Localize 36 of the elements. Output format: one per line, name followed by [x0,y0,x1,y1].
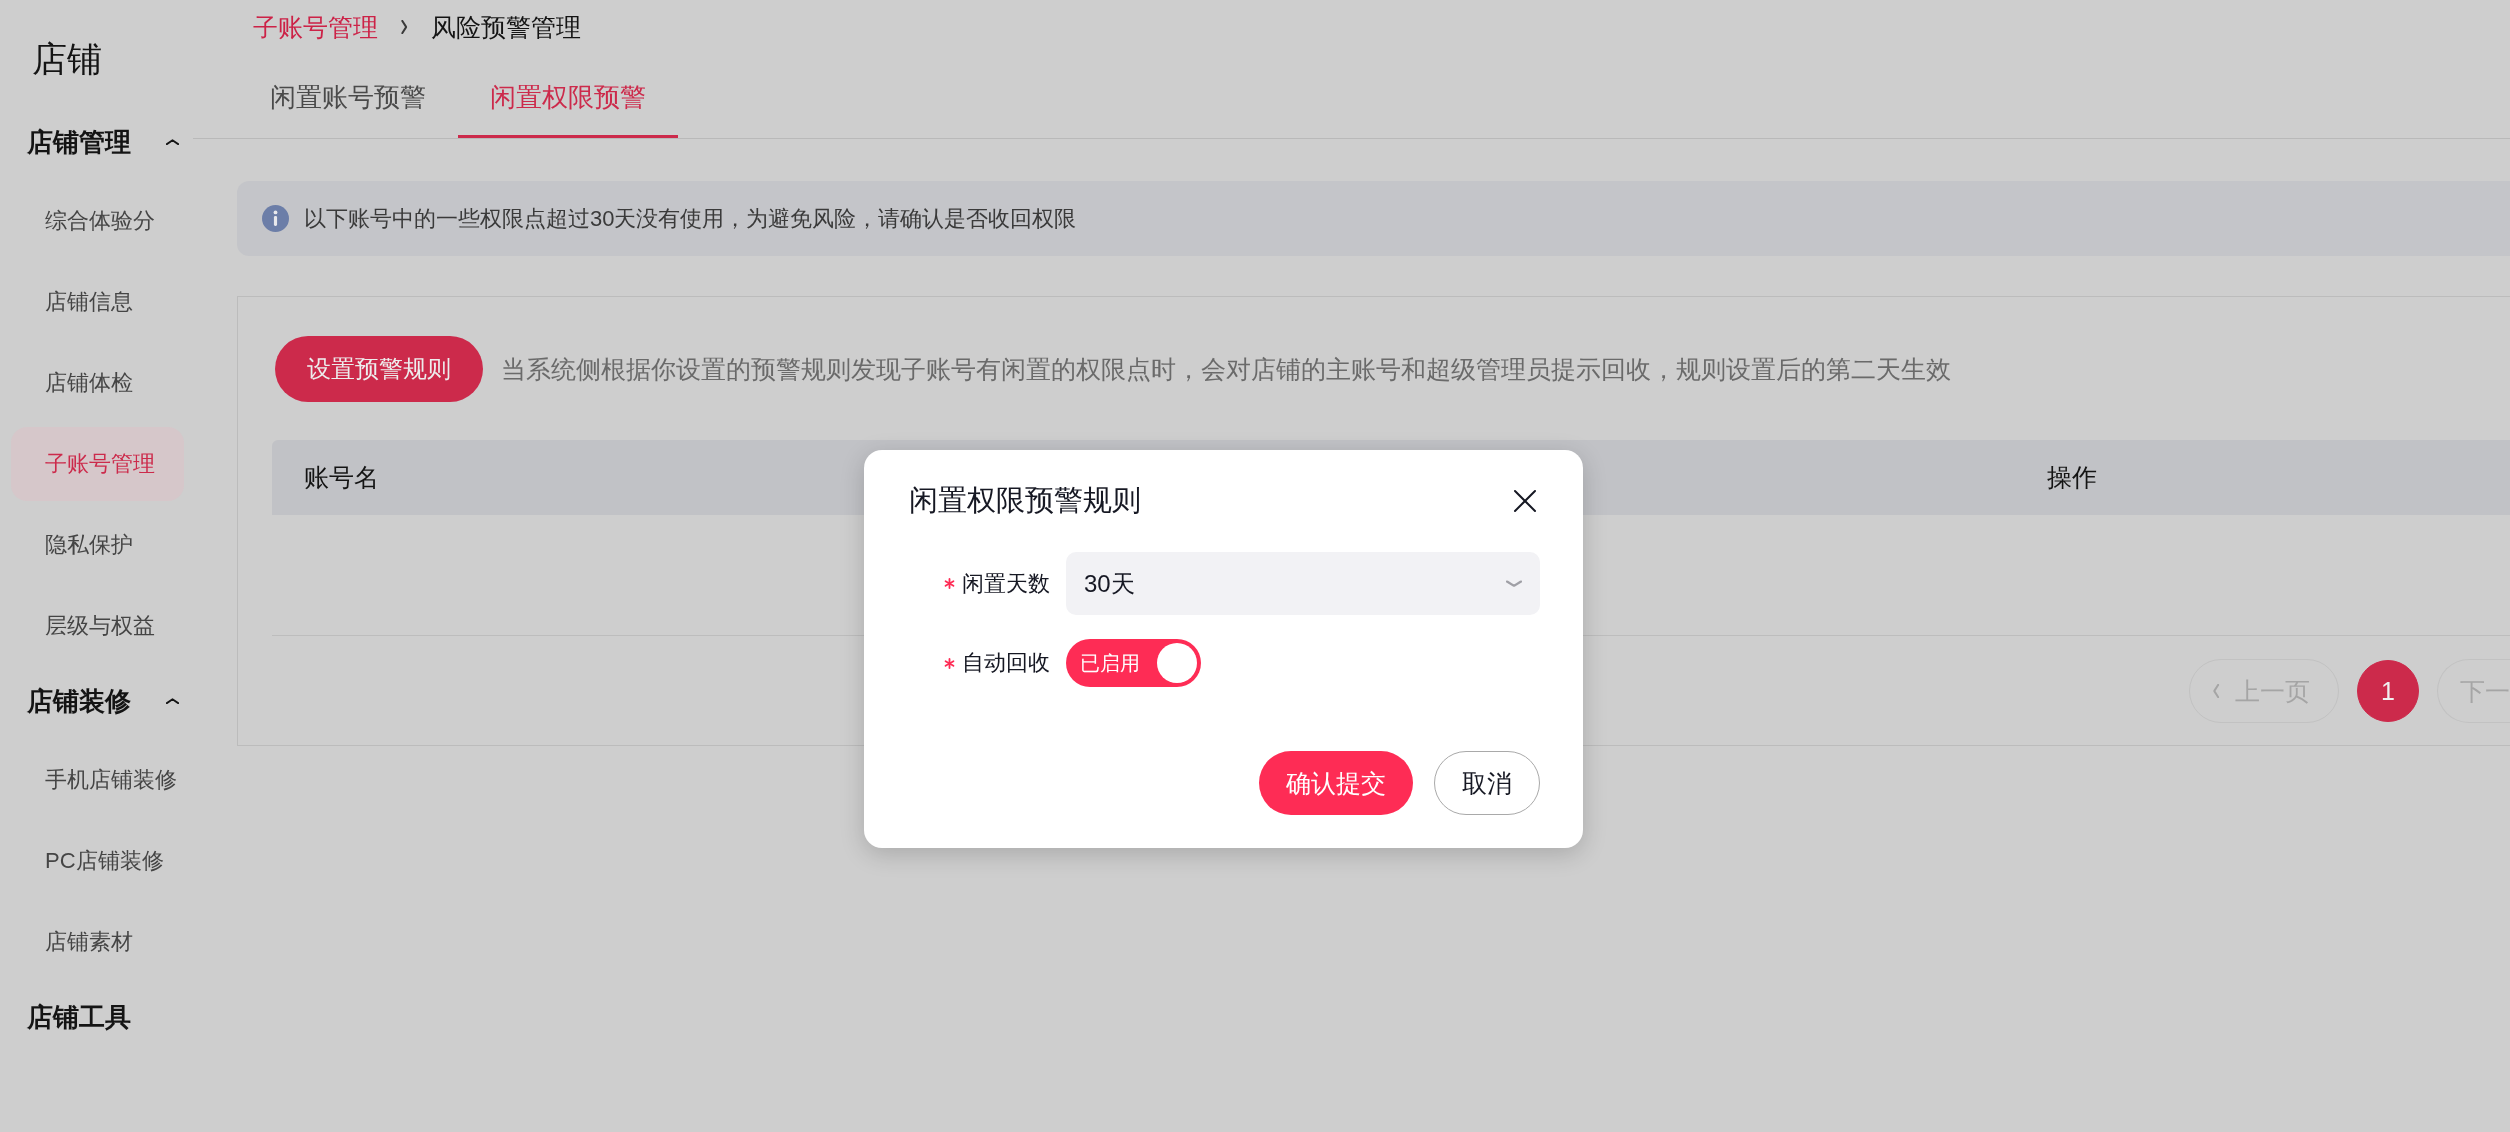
chevron-right-icon [400,20,409,34]
sidebar-item[interactable]: 店铺素材 [11,905,184,979]
tab[interactable]: 闲置账号预警 [238,54,458,138]
set-rule-button[interactable]: 设置预警规则 [275,336,483,402]
chevron-down-icon [1506,578,1522,589]
column-header: 操作 [2046,463,2097,491]
dialog-title: 闲置权限预警规则 [909,483,1141,518]
sidebar-item[interactable]: 店铺体检 [11,346,184,420]
breadcrumb-current: 风险预警管理 [431,11,581,43]
sidebar-group-header[interactable]: 店铺管理 [11,118,184,166]
field-label: 自动回收 [962,649,1050,677]
chevron-left-icon [2212,684,2221,698]
cancel-button[interactable]: 取消 [1434,751,1540,815]
info-icon [262,205,289,232]
tab[interactable]: 闲置权限预警 [458,54,678,138]
sidebar-item[interactable]: 手机店铺装修 [11,743,184,817]
sidebar-item[interactable]: 子账号管理 [11,427,184,501]
sidebar-item[interactable]: 隐私保护 [11,508,184,582]
field-label: 闲置天数 [962,569,1050,598]
close-icon [1513,489,1537,513]
sidebar-item[interactable]: 综合体验分 [11,184,184,258]
confirm-button[interactable]: 确认提交 [1259,751,1413,815]
select-field[interactable]: 30天 [1066,552,1540,615]
sidebar-item[interactable]: 层级与权益 [11,589,184,663]
sidebar-item[interactable]: PC店铺装修 [11,824,184,898]
close-button[interactable] [1511,487,1539,515]
sidebar-group-header[interactable]: 店铺工具 [11,993,184,1041]
sidebar-item[interactable]: 店铺信息 [11,265,184,339]
sidebar-title: 店铺 [32,38,102,80]
page-button[interactable]: 1 [2357,660,2419,722]
sidebar-group-header[interactable]: 店铺装修 [11,677,184,725]
toggle-switch[interactable]: 已启用 [1066,639,1201,687]
column-header: 账号名 [303,463,379,491]
notice-text: 以下账号中的一些权限点超过30天没有使用，为避免风险，请确认是否收回权限 [304,204,1077,233]
breadcrumb-link[interactable]: 子账号管理 [253,10,378,44]
rule-description: 当系统侧根据你设置的预警规则发现子账号有闲置的权限点时，会对店铺的主账号和超级管理员提示回收，规则设置后的第二天生效 [501,353,1951,385]
